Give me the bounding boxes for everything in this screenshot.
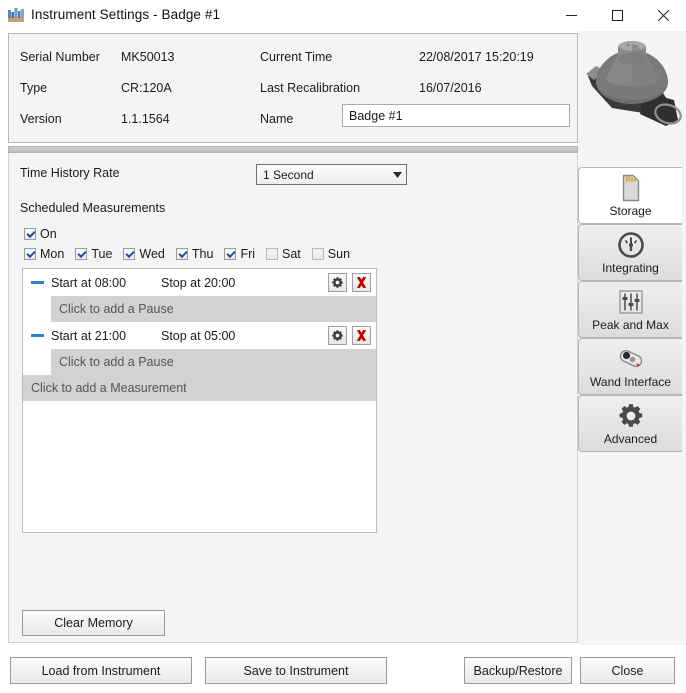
measurement-stop-time: Stop at 05:00	[161, 328, 236, 343]
gear-icon	[617, 401, 645, 431]
chevron-down-icon	[389, 165, 406, 184]
tab-wand-interface[interactable]: Wand Interface	[578, 338, 682, 395]
day-checkbox-wed[interactable]: Wed	[123, 247, 165, 261]
title-bar: Instrument Settings - Badge #1	[0, 0, 686, 31]
badge-dosimeter-photo	[582, 30, 682, 155]
add-measurement-label: Click to add a Measurement	[31, 381, 187, 395]
scheduled-measurements-list[interactable]: Start at 08:00 Stop at 20:00 Click to ad…	[22, 268, 377, 533]
serial-number-value: MK50013	[121, 50, 175, 64]
scheduled-on-label: On	[40, 227, 57, 241]
tab-peak-and-max[interactable]: Peak and Max	[578, 281, 682, 338]
tab-label-advanced: Advanced	[603, 432, 658, 446]
gear-icon[interactable]	[328, 273, 347, 292]
load-from-instrument-button[interactable]: Load from Instrument	[10, 657, 192, 684]
serial-number-label: Serial Number	[20, 50, 100, 64]
name-label: Name	[260, 112, 294, 126]
tab-advanced[interactable]: Advanced	[578, 395, 682, 452]
checkbox-box-thu	[175, 248, 188, 260]
day-label-sat: Sat	[282, 247, 301, 261]
instrument-settings-window: Instrument Settings - Badge #1 Serial Nu…	[0, 0, 686, 693]
checkbox-box-wed	[123, 248, 136, 260]
measurement-stop-time: Stop at 20:00	[161, 275, 236, 290]
tab-integrating[interactable]: Integrating	[578, 224, 682, 281]
badge-app-icon	[8, 8, 24, 23]
add-pause-row[interactable]: Click to add a Pause	[51, 296, 376, 322]
add-pause-label: Click to add a Pause	[59, 355, 174, 369]
table-row[interactable]: Start at 08:00 Stop at 20:00	[23, 269, 376, 296]
add-pause-row[interactable]: Click to add a Pause	[51, 349, 376, 375]
gear-icon[interactable]	[328, 326, 347, 345]
checkbox-box-tue	[75, 248, 88, 260]
scheduled-on-checkbox-row: On	[24, 227, 57, 241]
minus-icon[interactable]	[23, 280, 51, 285]
day-label-thu: Thu	[191, 247, 214, 261]
tab-label-peak-and-max: Peak and Max	[592, 318, 669, 332]
measurement-start-time: Start at 21:00	[51, 328, 127, 343]
red-x-icon[interactable]	[352, 273, 371, 292]
add-measurement-row[interactable]: Click to add a Measurement	[23, 375, 376, 401]
maximize-button[interactable]	[594, 0, 640, 31]
wand-icon	[616, 344, 646, 374]
day-label-sun: Sun	[327, 247, 351, 261]
save-to-instrument-button[interactable]: Save to Instrument	[205, 657, 387, 684]
time-history-rate-select[interactable]: 1 Second	[256, 164, 407, 185]
time-history-rate-label: Time History Rate	[20, 166, 120, 180]
checkbox-box-sun	[311, 248, 324, 260]
settings-tab-strip: Storage Integrating Peak and Max Wand In…	[578, 167, 682, 457]
scheduled-on-checkbox[interactable]: On	[24, 227, 57, 241]
day-checkbox-thu[interactable]: Thu	[175, 247, 214, 261]
type-label: Type	[20, 81, 48, 95]
table-row[interactable]: Start at 21:00 Stop at 05:00	[23, 322, 376, 349]
day-label-wed: Wed	[139, 247, 165, 261]
name-input[interactable]	[342, 104, 570, 127]
last-recalibration-label: Last Recalibration	[260, 81, 361, 95]
minus-icon[interactable]	[23, 333, 51, 338]
tab-storage[interactable]: Storage	[578, 167, 682, 224]
day-label-mon: Mon	[40, 247, 65, 261]
day-checkbox-mon[interactable]: Mon	[24, 247, 64, 261]
time-history-rate-value: 1 Second	[263, 167, 314, 182]
day-checkbox-sat[interactable]: Sat	[266, 247, 301, 261]
window-title: Instrument Settings - Badge #1	[31, 7, 221, 22]
last-recalibration-value: 16/07/2016	[419, 81, 482, 95]
add-pause-label: Click to add a Pause	[59, 302, 174, 316]
gauge-icon	[617, 230, 645, 260]
day-checkbox-fri[interactable]: Fri	[224, 247, 255, 261]
weekday-checkbox-row: Mon Tue Wed Thu Fri Sat Sun	[24, 247, 350, 261]
tab-label-wand-interface: Wand Interface	[590, 375, 671, 389]
current-time-value: 22/08/2017 15:20:19	[419, 50, 534, 64]
backup-restore-button[interactable]: Backup/Restore	[464, 657, 572, 684]
tab-label-integrating: Integrating	[602, 261, 659, 275]
type-value: CR:120A	[121, 81, 172, 95]
instrument-info-panel: Serial Number MK50013 Type CR:120A Versi…	[8, 33, 578, 143]
red-x-icon[interactable]	[352, 326, 371, 345]
tab-label-storage: Storage	[609, 204, 652, 218]
checkbox-box-mon	[24, 248, 36, 260]
footer-bar: Load from Instrument Save to Instrument …	[0, 645, 686, 693]
measurement-start-time: Start at 08:00	[51, 275, 127, 290]
sd-card-icon	[619, 173, 643, 203]
panel-splitter[interactable]	[8, 146, 578, 153]
clear-memory-button[interactable]: Clear Memory	[22, 610, 165, 636]
sliders-icon	[618, 287, 644, 317]
day-label-tue: Tue	[91, 247, 113, 261]
version-label: Version	[20, 112, 62, 126]
day-checkbox-tue[interactable]: Tue	[75, 247, 112, 261]
scheduled-measurements-label: Scheduled Measurements	[20, 201, 166, 215]
minimize-button[interactable]	[548, 0, 594, 31]
checkbox-box-on	[24, 228, 36, 240]
checkbox-box-sat	[266, 248, 279, 260]
checkbox-box-fri	[224, 248, 237, 260]
close-window-button[interactable]	[640, 0, 686, 31]
day-label-fri: Fri	[240, 247, 256, 261]
day-checkbox-sun[interactable]: Sun	[311, 247, 351, 261]
close-button[interactable]: Close	[580, 657, 675, 684]
version-value: 1.1.1564	[121, 112, 170, 126]
current-time-label: Current Time	[260, 50, 333, 64]
